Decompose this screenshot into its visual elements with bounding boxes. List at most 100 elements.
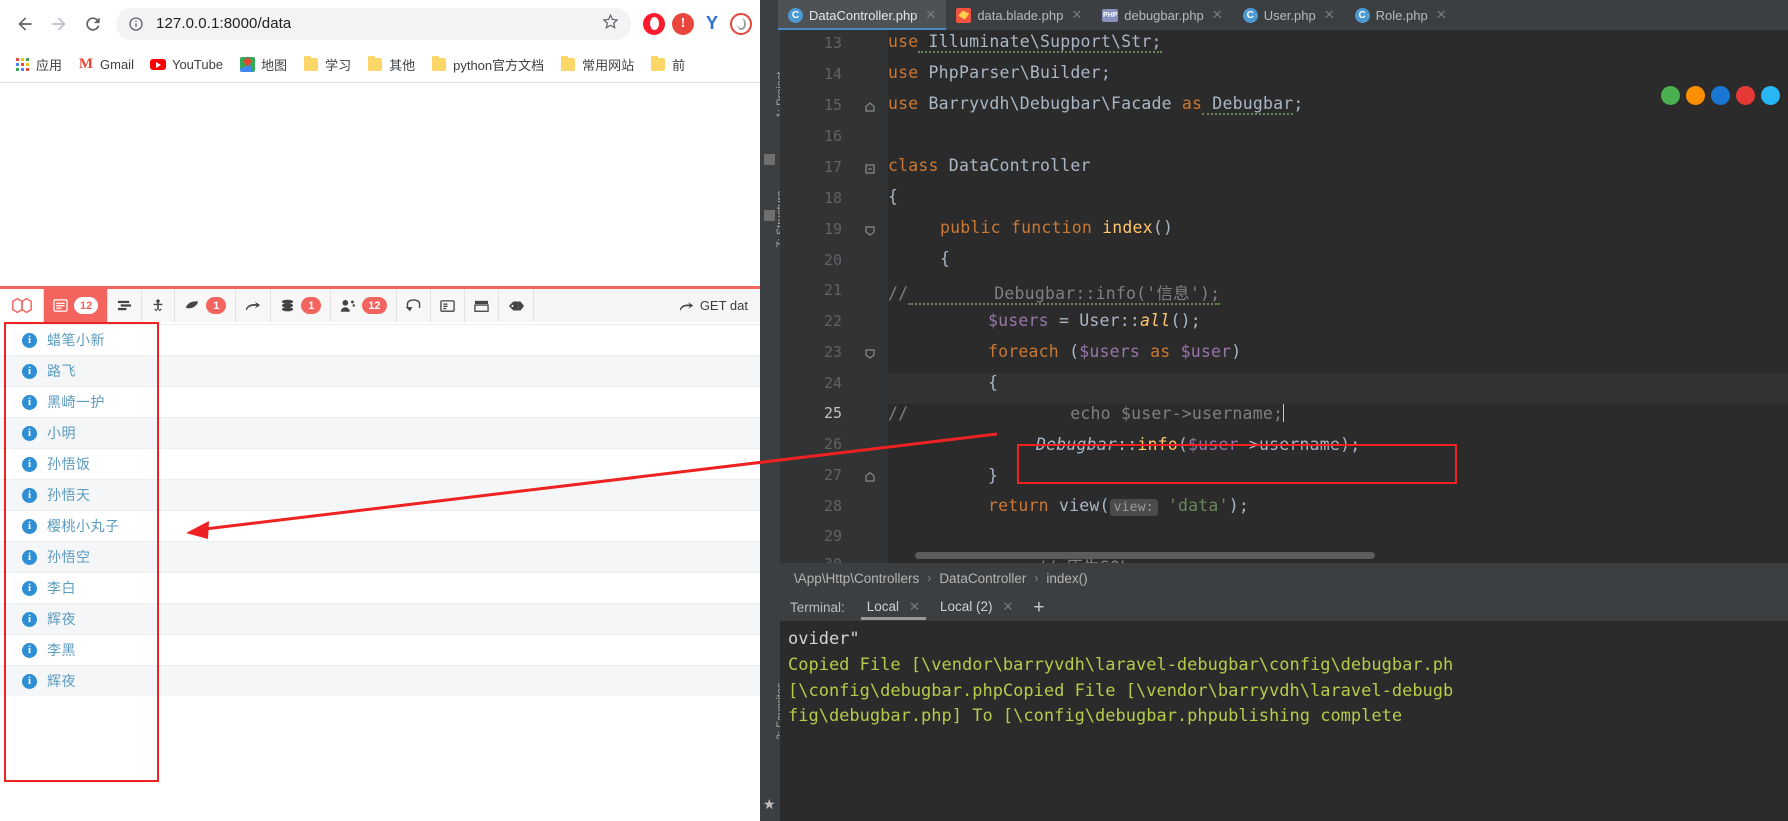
code-variable: $users <box>988 311 1049 330</box>
back-button[interactable] <box>8 7 42 41</box>
info-icon: i <box>22 673 37 689</box>
list-item[interactable]: i 樱桃小丸子 <box>0 510 760 541</box>
bookmarks-bar: 应用 M Gmail YouTube 地图 学习 其他 python官方文档 常… <box>0 47 760 83</box>
list-item[interactable]: i 蜡笔小新 <box>0 324 760 355</box>
ring-icon[interactable] <box>730 12 752 35</box>
list-item[interactable]: i 路飞 <box>0 355 760 386</box>
tab-debugbar-php[interactable]: PHP debugbar.php ✕ <box>1092 0 1232 30</box>
code-variable: $user <box>1188 435 1239 454</box>
debugbar-tab-views[interactable]: 1 <box>175 289 237 322</box>
list-item[interactable]: i 孙悟空 <box>0 541 760 572</box>
fold-marker-icon[interactable] <box>864 345 877 359</box>
mail-icon <box>405 299 421 312</box>
add-terminal-icon[interactable]: + <box>1023 598 1054 617</box>
debugbar-tab-timeline[interactable] <box>108 289 143 322</box>
star-icon[interactable]: ★ <box>763 796 776 813</box>
chrome-icon[interactable] <box>1661 86 1680 105</box>
debugbar-tab-messages[interactable]: 12 <box>44 289 109 322</box>
line-number-gutter: 13 14 15 16 17 18 19 20 21 22 23 24 25 2… <box>780 30 888 563</box>
folder-icon <box>650 56 666 73</box>
breadcrumb-method[interactable]: index() <box>1046 571 1087 586</box>
laravel-debugbar-icon[interactable] <box>0 289 44 322</box>
messages-badge: 12 <box>74 297 99 314</box>
debugbar-tab-tags[interactable] <box>498 289 534 322</box>
debugbar-tab-request[interactable] <box>464 289 499 322</box>
code-static-call: info <box>1137 435 1178 454</box>
address-bar[interactable]: 127.0.0.1:8000/data <box>116 7 631 40</box>
code-editor[interactable]: 13 14 15 16 17 18 19 20 21 22 23 24 25 2… <box>780 30 1788 563</box>
edge-icon[interactable] <box>1761 86 1780 105</box>
list-item[interactable]: i 孙悟天 <box>0 479 760 510</box>
rail-folder-icon[interactable] <box>764 154 775 165</box>
code-class-ref: User:: <box>1079 311 1141 330</box>
list-item[interactable]: i 李黑 <box>0 634 760 665</box>
list-item[interactable]: i 李白 <box>0 572 760 603</box>
list-item[interactable]: i 辉夜 <box>0 603 760 634</box>
firefox-icon[interactable] <box>1686 86 1705 105</box>
reload-button[interactable] <box>76 7 110 41</box>
code-as-keyword: as <box>1140 342 1181 361</box>
list-item[interactable]: i 孙悟饭 <box>0 448 760 479</box>
breadcrumb-namespace[interactable]: \App\Http\Controllers <box>794 571 919 586</box>
bookmark-apps[interactable]: 应用 <box>6 52 70 77</box>
tab-data-blade-php[interactable]: data.blade.php ✕ <box>946 0 1092 30</box>
close-icon[interactable]: ✕ <box>1324 7 1335 23</box>
notification-badge-icon[interactable]: ! <box>672 12 694 35</box>
share-arrow-icon <box>679 302 693 311</box>
chevron-right-icon: › <box>1034 571 1039 585</box>
debugbar-tab-session[interactable] <box>430 289 465 322</box>
bookmark-gmail[interactable]: M Gmail <box>70 54 142 76</box>
editor-horizontal-scrollbar[interactable] <box>915 552 1375 559</box>
terminal-output[interactable]: ovider" Copied File [\vendor\barryvdh\la… <box>780 621 1788 821</box>
list-item[interactable]: i 小明 <box>0 417 760 448</box>
queries-icon <box>280 298 295 313</box>
site-info-icon[interactable] <box>128 16 144 32</box>
tab-datacontroller-php[interactable]: C DataController.php ✕ <box>778 0 947 30</box>
fold-marker-icon[interactable] <box>864 98 877 112</box>
code-semicolon: ; <box>1293 94 1304 113</box>
code-tail: (); <box>1170 311 1201 330</box>
debugbar-tab-queries[interactable]: 1 <box>271 289 332 322</box>
close-icon[interactable]: ✕ <box>909 599 920 615</box>
v-icon[interactable]: Y <box>701 13 723 35</box>
opera-gx-icon[interactable] <box>1711 86 1730 105</box>
bookmark-maps[interactable]: 地图 <box>231 52 295 77</box>
code-close: ); <box>1228 496 1249 515</box>
breadcrumb-class[interactable]: DataController <box>939 571 1026 586</box>
opera-icon[interactable] <box>643 12 665 35</box>
bookmark-star-icon[interactable] <box>602 13 619 35</box>
bookmark-folder-common-sites[interactable]: 常用网站 <box>552 52 642 77</box>
bookmark-folder-front[interactable]: 前 <box>642 52 693 77</box>
info-icon: i <box>22 394 37 410</box>
debugbar-tab-models[interactable]: 12 <box>331 289 397 322</box>
fold-marker-icon[interactable] <box>864 222 877 236</box>
forward-button[interactable] <box>42 7 76 41</box>
debugbar-tab-mail[interactable] <box>396 289 431 322</box>
close-icon[interactable]: ✕ <box>1002 599 1013 615</box>
bookmark-folder-python-docs[interactable]: python官方文档 <box>423 52 552 77</box>
close-icon[interactable]: ✕ <box>925 7 936 23</box>
opera-red-icon[interactable] <box>1736 86 1755 105</box>
fold-marker-icon[interactable] <box>864 160 877 174</box>
list-item[interactable]: i 黑崎一护 <box>0 386 760 417</box>
debugbar-tab-exceptions[interactable] <box>142 289 176 322</box>
terminal-tab-local-2[interactable]: Local (2) ✕ <box>930 595 1023 620</box>
close-icon[interactable]: ✕ <box>1071 7 1082 23</box>
tab-role-php[interactable]: C Role.php ✕ <box>1345 0 1457 30</box>
close-icon[interactable]: ✕ <box>1212 7 1223 23</box>
terminal-tab-local[interactable]: Local ✕ <box>857 595 930 620</box>
debugbar-tab-route[interactable] <box>236 289 272 322</box>
close-icon[interactable]: ✕ <box>1436 7 1447 23</box>
user-name: 孙悟饭 <box>47 456 91 472</box>
debugbar-request-label[interactable]: GET dat <box>667 289 760 322</box>
rail-structure-icon[interactable] <box>764 210 775 221</box>
user-name: 黑崎一护 <box>47 394 105 410</box>
bookmark-folder-other[interactable]: 其他 <box>359 52 423 77</box>
bookmark-folder-study[interactable]: 学习 <box>295 52 359 77</box>
extension-icons: ! Y <box>639 12 752 35</box>
fold-marker-icon[interactable] <box>864 468 877 482</box>
bookmark-youtube[interactable]: YouTube <box>142 54 231 76</box>
list-item[interactable]: i 辉夜 <box>0 665 760 696</box>
code-text[interactable]: use Illuminate\Support\Str; use PhpParse… <box>888 30 1788 563</box>
tab-user-php[interactable]: C User.php ✕ <box>1233 0 1345 30</box>
